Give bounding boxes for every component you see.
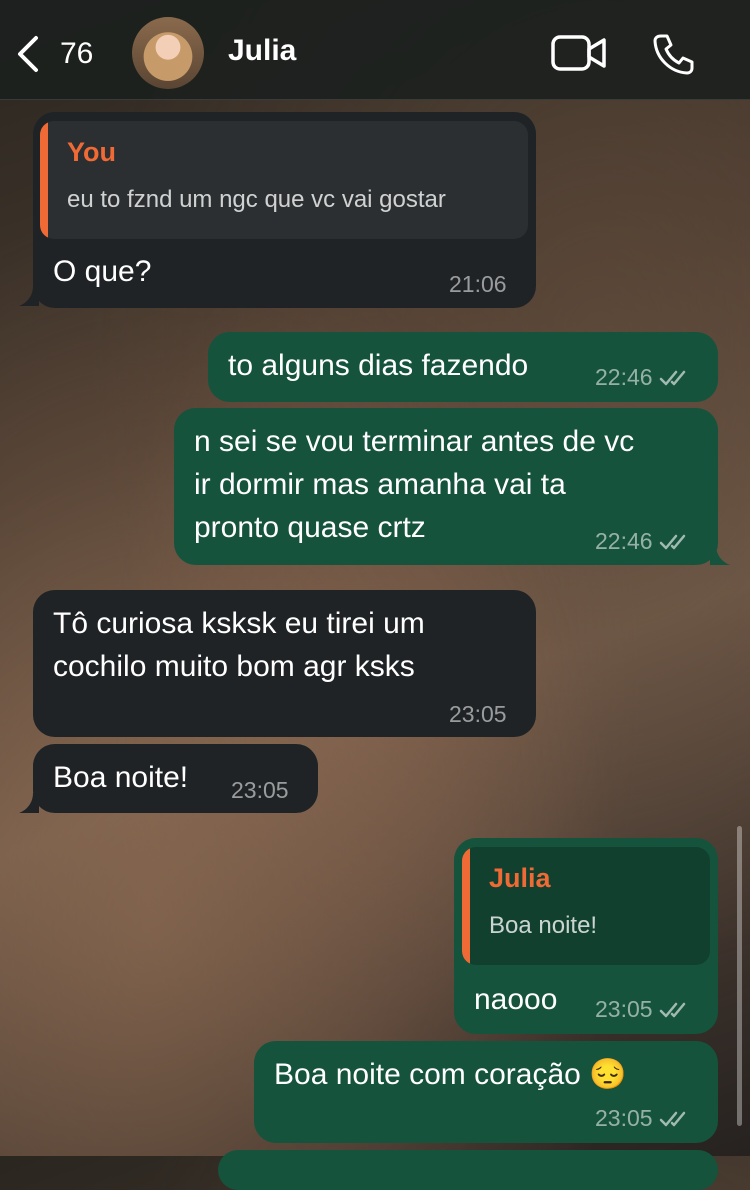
- message-bubble-outgoing[interactable]: n sei se vou terminar antes de vc ir dor…: [174, 408, 718, 565]
- phone-icon[interactable]: [652, 32, 696, 76]
- message-text: O que?: [53, 255, 152, 288]
- quote-text: eu to fznd um ngc que vc vai gostar: [67, 186, 446, 213]
- message-time: 23:05: [595, 996, 691, 1023]
- quoted-message[interactable]: Julia Boa noite!: [462, 847, 710, 965]
- message-text: naooo: [474, 983, 558, 1016]
- back-button[interactable]: 76: [14, 30, 93, 78]
- message-time: 22:46: [595, 364, 691, 391]
- quote-text: Boa noite!: [489, 912, 598, 939]
- bubble-tail: [19, 286, 39, 306]
- message-text: Tô curiosa ksksk eu tirei um cochilo mui…: [53, 607, 425, 683]
- message-bubble-outgoing[interactable]: Boa noite com coração 😔 23:05: [254, 1041, 718, 1143]
- quote-accent-bar: [40, 121, 48, 239]
- video-camera-icon[interactable]: [551, 34, 607, 72]
- message-text: Boa noite com coração 😔: [274, 1058, 627, 1091]
- chat-header: 76 Julia: [0, 0, 750, 100]
- read-receipt-icon: [659, 534, 685, 549]
- message-bubble-incoming[interactable]: You eu to fznd um ngc que vc vai gostar …: [33, 112, 536, 308]
- message-time: 21:06: [449, 271, 507, 297]
- message-bubble-outgoing-partial[interactable]: [218, 1150, 718, 1190]
- contact-name[interactable]: Julia: [228, 34, 296, 68]
- quote-accent-bar: [462, 847, 470, 965]
- read-receipt-icon: [659, 1111, 685, 1126]
- read-receipt-icon: [659, 370, 685, 385]
- message-bubble-outgoing[interactable]: Julia Boa noite! naooo 23:05: [454, 838, 718, 1034]
- read-receipt-icon: [659, 1002, 685, 1017]
- unread-count: 76: [60, 37, 94, 70]
- message-bubble-incoming[interactable]: Boa noite! 23:05: [33, 744, 318, 813]
- message-text: to alguns dias fazendo: [228, 349, 529, 382]
- message-text: n sei se vou terminar antes de vc ir dor…: [194, 425, 635, 544]
- quote-author: Julia: [489, 863, 551, 893]
- message-time: 22:46: [595, 528, 691, 555]
- quoted-message[interactable]: You eu to fznd um ngc que vc vai gostar: [40, 121, 528, 239]
- chevron-left-icon: [14, 34, 42, 74]
- message-bubble-outgoing[interactable]: to alguns dias fazendo 22:46: [208, 332, 718, 402]
- bubble-tail: [19, 793, 39, 813]
- scrollbar[interactable]: [737, 826, 742, 1126]
- message-text: Boa noite!: [53, 761, 189, 794]
- message-time: 23:05: [231, 777, 289, 803]
- avatar[interactable]: [132, 17, 204, 89]
- message-time: 23:05: [595, 1105, 691, 1132]
- message-bubble-incoming[interactable]: Tô curiosa ksksk eu tirei um cochilo mui…: [33, 590, 536, 737]
- quote-author: You: [67, 137, 116, 167]
- bubble-tail: [710, 545, 730, 565]
- message-time: 23:05: [449, 701, 507, 727]
